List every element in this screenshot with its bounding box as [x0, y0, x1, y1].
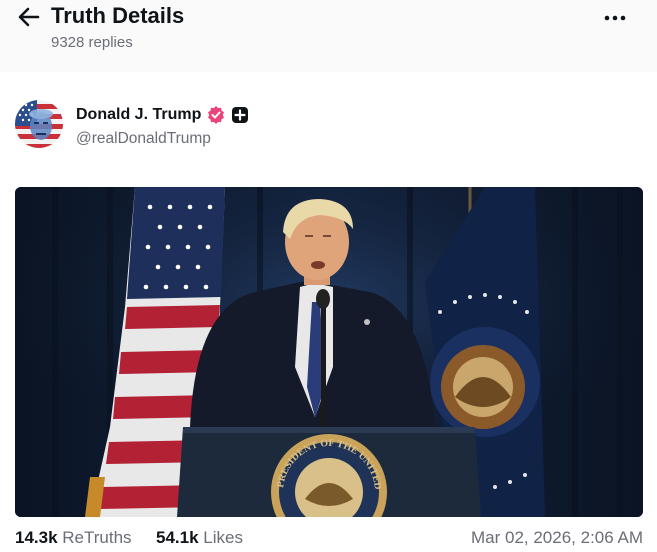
retruths-label: ReTruths: [62, 528, 132, 547]
back-arrow-icon[interactable]: [16, 4, 42, 30]
author-name-row: Donald J. Trump: [76, 104, 249, 126]
likes-stat[interactable]: 54.1k Likes: [156, 528, 243, 548]
post-author: Donald J. Trump @realDonaldTrump: [15, 100, 615, 152]
avatar[interactable]: [15, 100, 63, 148]
verified-badge-icon: [208, 106, 225, 124]
page-header: Truth Details 9328 replies: [0, 0, 657, 72]
retruths-count: 14.3k: [15, 528, 58, 547]
post-stats: 14.3k ReTruths 54.1k Likes Mar 02, 2026,…: [15, 528, 643, 552]
likes-label: Likes: [203, 528, 243, 547]
likes-count: 54.1k: [156, 528, 199, 547]
author-handle[interactable]: @realDonaldTrump: [76, 130, 211, 148]
plus-badge-icon: [232, 107, 249, 123]
retruths-stat[interactable]: 14.3k ReTruths: [15, 528, 132, 548]
author-name[interactable]: Donald J. Trump: [76, 106, 201, 124]
reply-count: 9328 replies: [51, 34, 133, 51]
page-title: Truth Details: [51, 3, 185, 28]
post-media[interactable]: PRESIDENT OF THE UNITED: [15, 187, 643, 517]
post-timestamp: Mar 02, 2026, 2:06 AM: [471, 528, 643, 547]
more-options-icon[interactable]: [600, 6, 630, 28]
